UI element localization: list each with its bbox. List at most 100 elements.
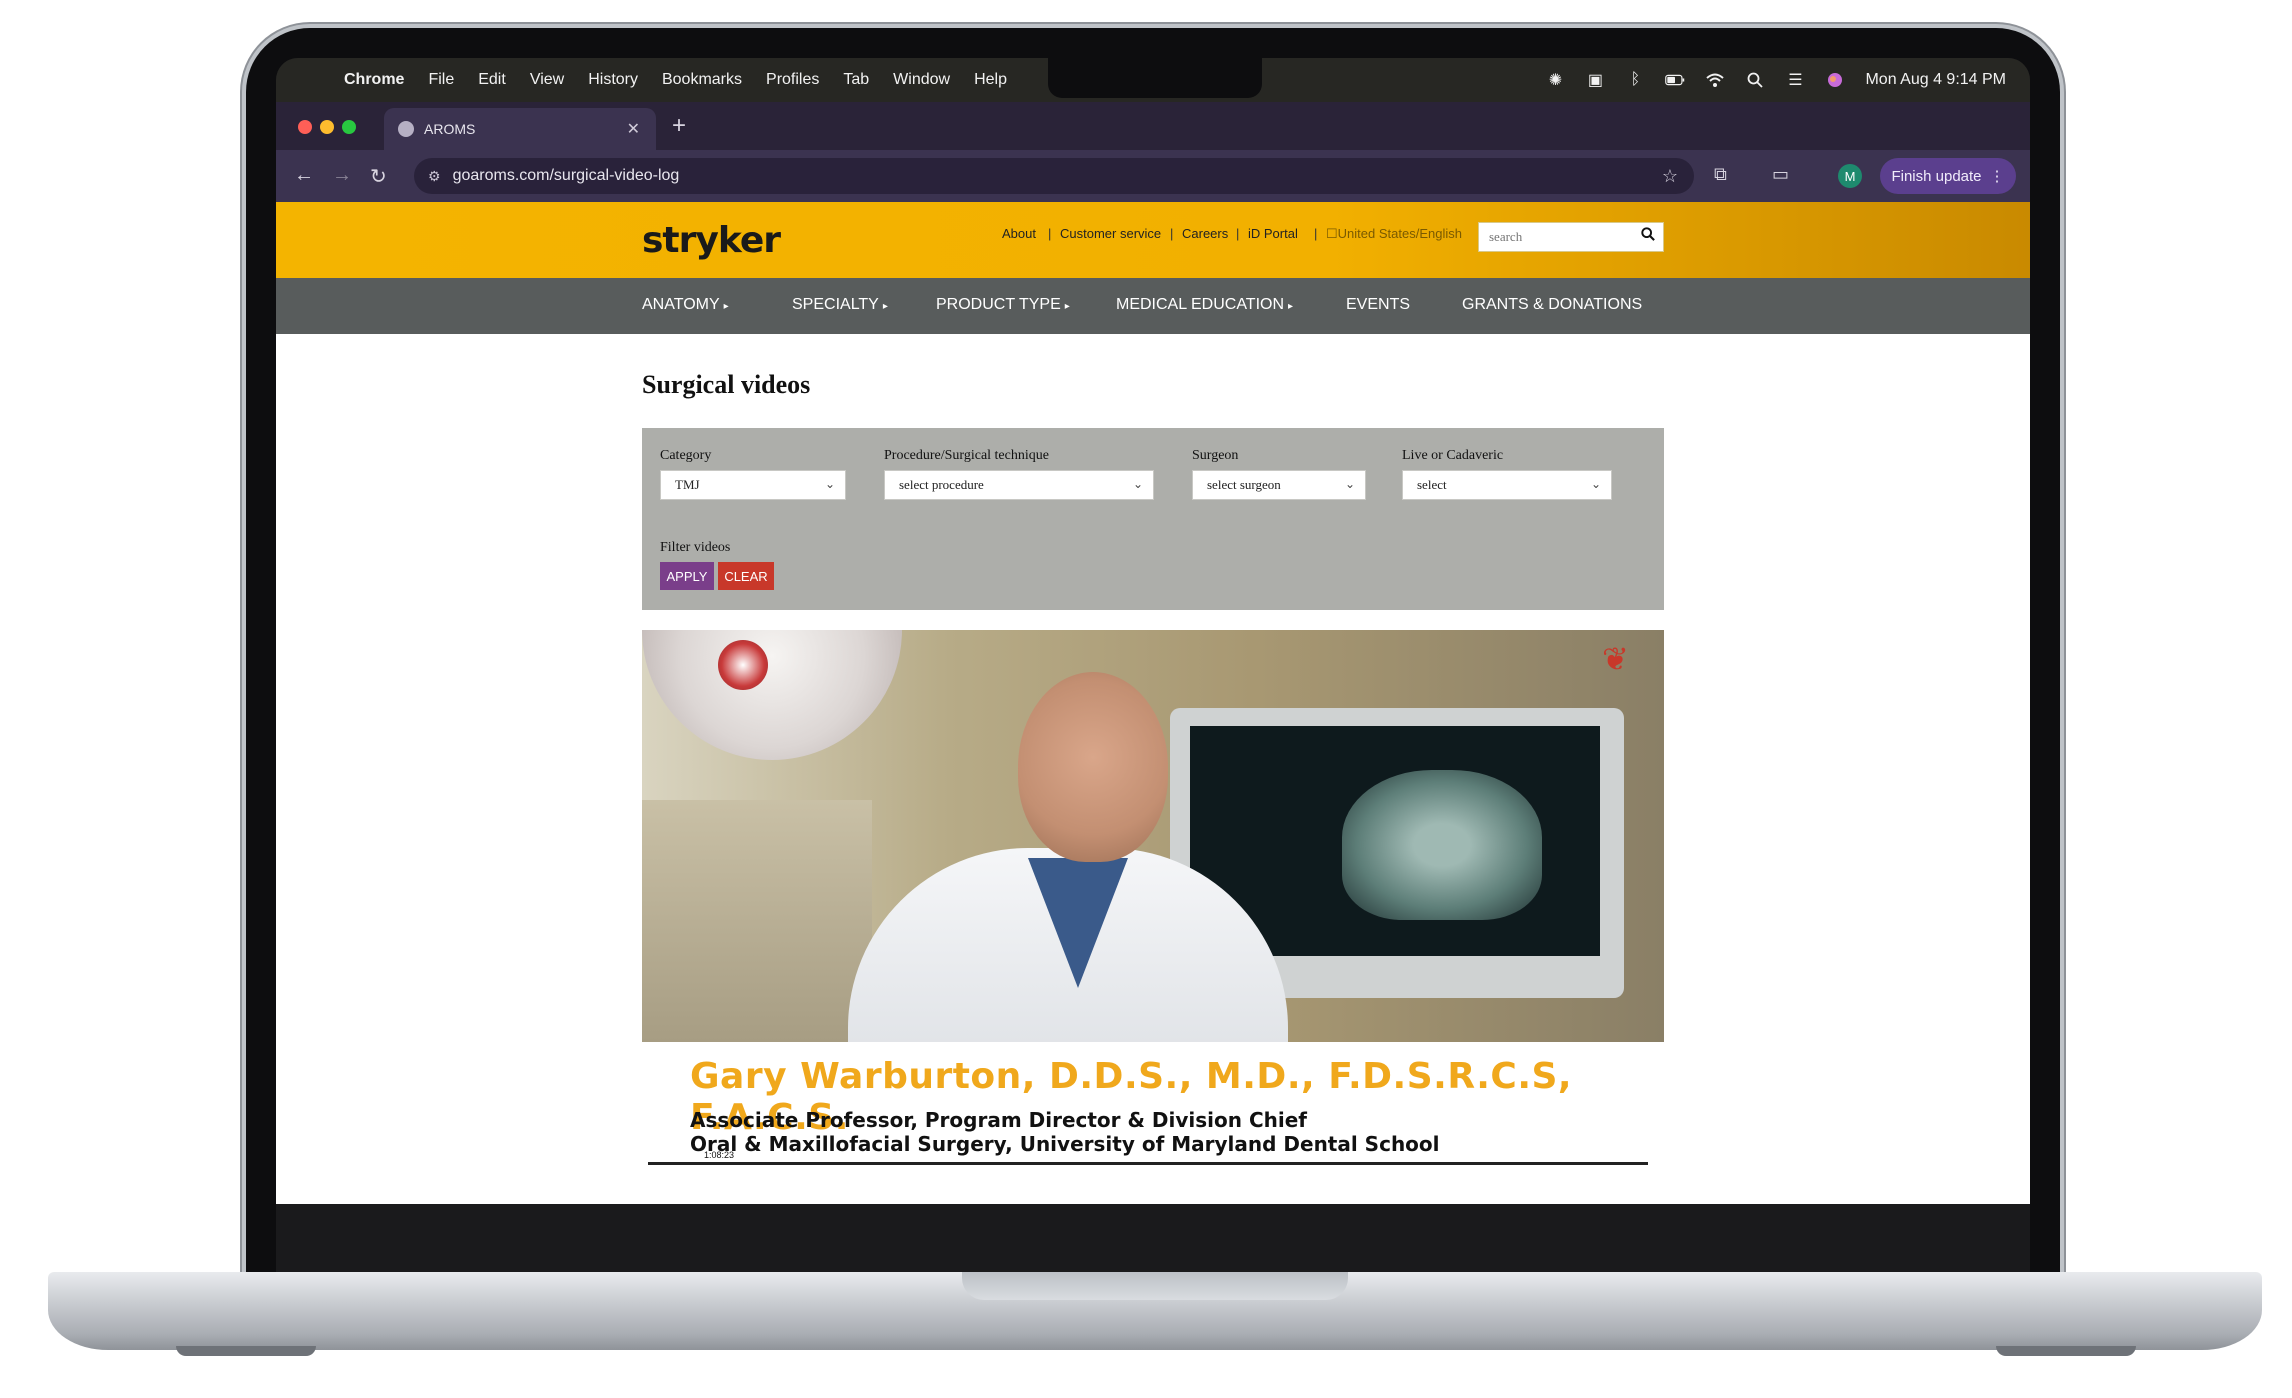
new-tab-icon[interactable]: + <box>672 112 686 140</box>
address-url[interactable]: goaroms.com/surgical-video-log <box>453 167 680 185</box>
util-separator: | <box>1236 226 1240 241</box>
apply-button[interactable]: APPLY <box>660 562 714 590</box>
nav-specialty[interactable]: Specialty ▸ <box>792 296 888 314</box>
battery-icon[interactable] <box>1665 70 1685 90</box>
nav-anatomy[interactable]: Anatomy ▸ <box>642 296 729 314</box>
video-player[interactable]: ❦ Gary Warburton, D.D.S., M.D., F.D.S.R.… <box>642 630 1664 1204</box>
surgeon-label: Surgeon <box>1192 448 1239 463</box>
address-bar[interactable]: ⚙ goaroms.com/surgical-video-log ☆ <box>414 158 1694 194</box>
menu-history[interactable]: History <box>588 71 638 89</box>
menu-bookmarks[interactable]: Bookmarks <box>662 71 742 89</box>
util-separator: | <box>1314 226 1318 241</box>
media-cast-icon[interactable]: ▭ <box>1772 164 1789 185</box>
caret-right-icon: ▸ <box>1288 301 1294 312</box>
procedure-select[interactable]: select procedure ⌄ <box>884 470 1154 500</box>
browser-tab-active[interactable]: AROMS ✕ <box>384 108 656 150</box>
browser-tabstrip: AROMS ✕ + <box>276 102 2030 150</box>
surgeon-department: Oral & Maxillofacial Surgery, University… <box>690 1132 1440 1156</box>
close-window-button[interactable] <box>298 120 312 134</box>
app-icon[interactable]: ▣ <box>1585 70 1605 90</box>
bookmark-star-icon[interactable]: ☆ <box>1662 166 1678 187</box>
site-search[interactable] <box>1478 222 1664 252</box>
control-center-icon[interactable]: ☰ <box>1785 70 1805 90</box>
laptop-screen: Chrome File Edit View History Bookmarks … <box>276 58 2030 1204</box>
nav-grants-donations[interactable]: Grants & donations <box>1462 296 1642 314</box>
laptop-foot-right <box>1996 1346 2136 1356</box>
nav-specialty-label: Specialty <box>792 296 879 313</box>
siri-icon[interactable] <box>1825 70 1845 90</box>
nav-product-type[interactable]: Product type ▸ <box>936 296 1070 314</box>
site-search-input[interactable] <box>1487 228 1631 246</box>
util-link-careers[interactable]: Careers <box>1182 226 1228 241</box>
camera-notch <box>1048 58 1262 98</box>
util-link-about[interactable]: About <box>1002 226 1036 241</box>
menu-edit[interactable]: Edit <box>478 71 506 89</box>
minimize-window-button[interactable] <box>320 120 334 134</box>
video-timestamp: 1:08:23 <box>704 1150 735 1160</box>
caret-right-icon: ▸ <box>723 301 729 312</box>
nav-medical-education[interactable]: Medical education ▸ <box>1116 296 1293 314</box>
caret-right-icon: ▸ <box>882 301 888 312</box>
surgeon-select[interactable]: select surgeon ⌄ <box>1192 470 1366 500</box>
tab-favicon-icon <box>398 121 414 137</box>
category-label: Category <box>660 448 712 463</box>
back-icon[interactable]: ← <box>294 164 314 187</box>
chatgpt-icon[interactable]: ✺ <box>1545 70 1565 90</box>
extensions-icon[interactable]: ⧉ <box>1714 164 1727 185</box>
menu-profiles[interactable]: Profiles <box>766 71 819 89</box>
filter-videos-label: Filter videos <box>660 540 731 555</box>
nav-events[interactable]: Events <box>1346 296 1410 314</box>
ct-scan-image <box>1342 770 1542 920</box>
menu-help[interactable]: Help <box>974 71 1007 89</box>
nav-medical-education-label: Medical education <box>1116 296 1285 313</box>
tab-close-icon[interactable]: ✕ <box>627 119 640 139</box>
macos-menubar: Chrome File Edit View History Bookmarks … <box>276 58 2030 102</box>
caret-right-icon: ▸ <box>1064 301 1070 312</box>
laptop-base-notch <box>962 1272 1348 1300</box>
surgeon-value: select surgeon <box>1207 477 1281 492</box>
laptop-chin <box>276 1204 2030 1280</box>
live-cadaveric-label: Live or Cadaveric <box>1402 448 1504 463</box>
forward-icon[interactable]: → <box>332 164 352 187</box>
reload-icon[interactable]: ↻ <box>370 164 387 189</box>
video-progress-bar[interactable] <box>648 1162 1648 1165</box>
spotlight-search-icon[interactable] <box>1745 70 1765 90</box>
region-checkbox-icon: ☐ <box>1326 226 1338 241</box>
tab-title: AROMS <box>424 121 476 137</box>
site-settings-icon[interactable]: ⚙ <box>428 168 441 185</box>
surgical-lamp-core <box>718 640 768 690</box>
util-link-customer-service[interactable]: Customer service <box>1060 226 1161 241</box>
clear-button[interactable]: CLEAR <box>718 562 774 590</box>
finish-update-button[interactable]: Finish update ⋮ <box>1880 158 2016 194</box>
category-select[interactable]: TMJ ⌄ <box>660 470 846 500</box>
wifi-icon[interactable] <box>1705 70 1725 90</box>
menu-file[interactable]: File <box>428 71 454 89</box>
region-selector[interactable]: ☐United States/English <box>1326 226 1462 242</box>
stryker-logo[interactable]: stryker <box>642 220 781 261</box>
menu-chrome[interactable]: Chrome <box>344 71 404 89</box>
main-nav: Anatomy ▸ Specialty ▸ Product type ▸ Medica… <box>276 278 2030 334</box>
menu-view[interactable]: View <box>530 71 564 89</box>
filter-panel: Category TMJ ⌄ Procedure/Surgical techni… <box>642 428 1664 610</box>
chevron-down-icon: ⌄ <box>824 477 835 491</box>
chevron-down-icon: ⌄ <box>1344 477 1355 491</box>
kebab-menu-icon[interactable]: ⋮ <box>1990 167 2005 185</box>
video-lower-third: Gary Warburton, D.D.S., M.D., F.D.S.R.C.… <box>642 1042 1664 1204</box>
bluetooth-icon[interactable]: ᛒ <box>1625 70 1645 90</box>
laptop-foot-left <box>176 1346 316 1356</box>
search-icon[interactable] <box>1641 227 1655 244</box>
menubar-status-area: ✺ ▣ ᛒ ☰ Mon Aug 4 9:14 PM <box>1545 58 2006 102</box>
util-separator: | <box>1170 226 1174 241</box>
menubar-datetime[interactable]: Mon Aug 4 9:14 PM <box>1865 71 2006 89</box>
menu-tab[interactable]: Tab <box>843 71 869 89</box>
region-label: United States/English <box>1337 226 1462 241</box>
procedure-label: Procedure/Surgical technique <box>884 448 1049 463</box>
profile-avatar[interactable]: M <box>1838 164 1862 188</box>
live-cadaveric-select[interactable]: select ⌄ <box>1402 470 1612 500</box>
menu-window[interactable]: Window <box>893 71 950 89</box>
browser-toolbar: ← → ↻ ⚙ goaroms.com/surgical-video-log ☆… <box>276 150 2030 202</box>
zoom-window-button[interactable] <box>342 120 356 134</box>
surgeon-head <box>1018 672 1168 862</box>
category-value: TMJ <box>675 477 700 492</box>
util-link-id-portal[interactable]: iD Portal <box>1248 226 1298 241</box>
